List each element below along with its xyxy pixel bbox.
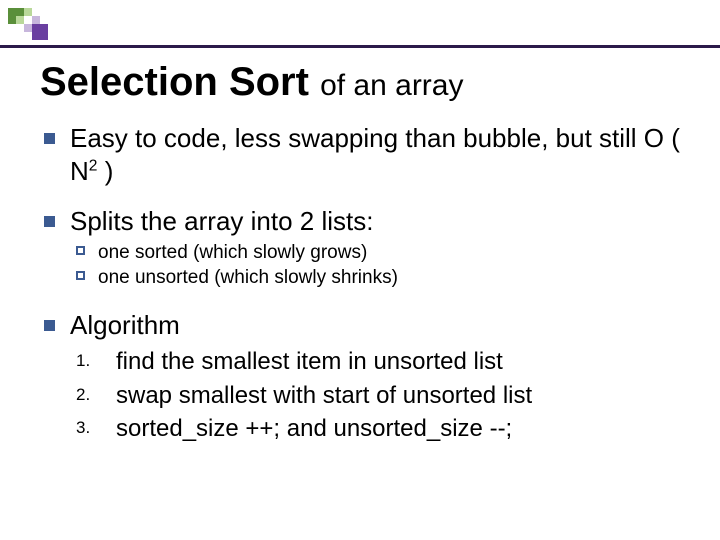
square-bullet-icon <box>44 133 55 144</box>
text-fragment: ) <box>97 156 113 186</box>
numbered-step-list: find the smallest item in unsorted list … <box>70 345 680 446</box>
content-area: Selection Sort of an array Easy to code,… <box>40 60 680 464</box>
title-main: Selection Sort <box>40 60 309 104</box>
bullet-text: Splits the array into 2 lists: <box>70 206 373 236</box>
title-sub: of an array <box>320 69 463 102</box>
bullet-item-1: Easy to code, less swapping than bubble,… <box>40 122 680 187</box>
sub-bullet-text: one sorted (which slowly grows) <box>98 242 367 263</box>
text-fragment: Easy to code, less swapping than bubble,… <box>70 123 680 186</box>
step-text: find the smallest item in unsorted list <box>116 348 503 375</box>
algorithm-step: swap smallest with start of unsorted lis… <box>70 379 680 413</box>
square-bullet-icon <box>44 320 55 331</box>
slide-title: Selection Sort of an array <box>40 60 680 104</box>
slide: Selection Sort of an array Easy to code,… <box>0 0 720 540</box>
sub-bullet-item: one sorted (which slowly grows) <box>70 240 680 266</box>
horizontal-rule <box>0 45 720 48</box>
algorithm-step: sorted_size ++; and unsorted_size --; <box>70 412 680 446</box>
bullet-text: Easy to code, less swapping than bubble,… <box>70 123 680 186</box>
hollow-square-bullet-icon <box>76 246 85 255</box>
bullet-list: Easy to code, less swapping than bubble,… <box>40 122 680 446</box>
square-bullet-icon <box>44 216 55 227</box>
sub-bullet-text: one unsorted (which slowly shrinks) <box>98 267 398 288</box>
sub-bullet-item: one unsorted (which slowly shrinks) <box>70 265 680 291</box>
bullet-item-3: Algorithm find the smallest item in unso… <box>40 309 680 446</box>
hollow-square-bullet-icon <box>76 271 85 280</box>
bullet-item-2: Splits the array into 2 lists: one sorte… <box>40 205 680 291</box>
decoration-squares <box>8 8 48 40</box>
algorithm-step: find the smallest item in unsorted list <box>70 345 680 379</box>
sub-bullet-list: one sorted (which slowly grows) one unso… <box>70 240 680 291</box>
bullet-text: Algorithm <box>70 310 180 340</box>
step-text: swap smallest with start of unsorted lis… <box>116 382 532 409</box>
step-text: sorted_size ++; and unsorted_size --; <box>116 415 512 442</box>
